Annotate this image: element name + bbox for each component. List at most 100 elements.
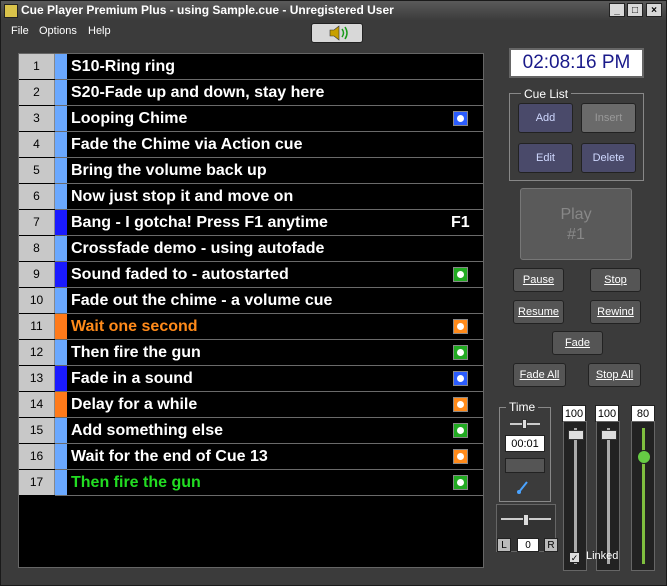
cue-label: Wait for the end of Cue 13 bbox=[71, 448, 268, 465]
cue-number: 8 bbox=[19, 236, 55, 261]
cue-type-strip bbox=[55, 392, 67, 417]
cue-number: 10 bbox=[19, 288, 55, 313]
cue-row[interactable]: 1 S10-Ring ring bbox=[19, 54, 483, 80]
cue-number: 1 bbox=[19, 54, 55, 79]
speaker-icon bbox=[329, 25, 348, 41]
cue-row[interactable]: 8 Crossfade demo - using autofade bbox=[19, 236, 483, 262]
speaker-button[interactable] bbox=[311, 23, 363, 43]
fade-button[interactable]: Fade bbox=[552, 331, 603, 355]
cue-label: Wait one second bbox=[71, 318, 198, 335]
time-slider[interactable] bbox=[510, 419, 540, 429]
edit-button[interactable]: Edit bbox=[518, 143, 573, 173]
stop-all-button[interactable]: Stop All bbox=[588, 363, 641, 387]
stop-button[interactable]: Stop bbox=[590, 268, 641, 292]
cue-row[interactable]: 2 S20-Fade up and down, stay here bbox=[19, 80, 483, 106]
cue-status-icon bbox=[453, 449, 468, 464]
cue-label: Bring the volume back up bbox=[71, 162, 267, 179]
menu-bar: File Options Help bbox=[1, 21, 301, 41]
cue-type-strip bbox=[55, 288, 67, 313]
cue-label: Fade the Chime via Action cue bbox=[71, 136, 303, 153]
cue-row[interactable]: 17 Then fire the gun bbox=[19, 470, 483, 496]
cue-number: 5 bbox=[19, 158, 55, 183]
close-icon[interactable]: × bbox=[646, 3, 662, 17]
volume-fader-3[interactable] bbox=[631, 421, 655, 571]
pan-right-button[interactable]: R bbox=[544, 538, 558, 552]
cue-type-strip bbox=[55, 106, 67, 131]
cue-row[interactable]: 6 Now just stop it and move on bbox=[19, 184, 483, 210]
play-label: Play bbox=[560, 206, 592, 223]
cue-number: 11 bbox=[19, 314, 55, 339]
cue-type-strip bbox=[55, 54, 67, 79]
cue-label: Then fire the gun bbox=[71, 344, 201, 361]
cue-label: Looping Chime bbox=[71, 110, 188, 127]
cue-number: 15 bbox=[19, 418, 55, 443]
cue-number: 14 bbox=[19, 392, 55, 417]
cue-number: 3 bbox=[19, 106, 55, 131]
time-value[interactable]: 00:01 bbox=[505, 435, 545, 452]
volume-fader-2[interactable] bbox=[596, 421, 620, 571]
pan-value: 0 bbox=[517, 538, 539, 552]
cue-label: Add something else bbox=[71, 422, 224, 439]
menu-file[interactable]: File bbox=[11, 25, 29, 37]
cue-row[interactable]: 15 Add something else bbox=[19, 418, 483, 444]
cue-number: 6 bbox=[19, 184, 55, 209]
cue-list[interactable]: 1 S10-Ring ring 2 S20-Fade up and down, sta… bbox=[18, 53, 484, 568]
rewind-button[interactable]: Rewind bbox=[590, 300, 641, 324]
cue-row[interactable]: 13 Fade in a sound bbox=[19, 366, 483, 392]
minimize-icon[interactable]: _ bbox=[609, 3, 625, 17]
cue-status-icon bbox=[453, 319, 468, 334]
cue-status-icon bbox=[453, 371, 468, 386]
fade-all-button[interactable]: Fade All bbox=[513, 363, 566, 387]
cue-row[interactable]: 10 Fade out the chime - a volume cue bbox=[19, 288, 483, 314]
cue-hotkey: F1 bbox=[451, 214, 470, 231]
cue-number: 16 bbox=[19, 444, 55, 469]
maximize-icon[interactable]: □ bbox=[627, 3, 643, 17]
cue-label: Sound faded to - autostarted bbox=[71, 266, 289, 283]
cue-type-strip bbox=[55, 340, 67, 365]
cue-number: 7 bbox=[19, 210, 55, 235]
pause-button[interactable]: Pause bbox=[513, 268, 564, 292]
cue-row[interactable]: 5 Bring the volume back up bbox=[19, 158, 483, 184]
linked-checkbox[interactable]: ✓ bbox=[569, 552, 580, 563]
linked-label: Linked bbox=[586, 550, 619, 562]
cue-label: Now just stop it and move on bbox=[71, 188, 294, 205]
cue-row[interactable]: 9 Sound faded to - autostarted bbox=[19, 262, 483, 288]
cue-row[interactable]: 3 Looping Chime bbox=[19, 106, 483, 132]
cue-type-strip bbox=[55, 132, 67, 157]
pan-slider[interactable] bbox=[501, 514, 551, 526]
cue-row[interactable]: 11 Wait one second bbox=[19, 314, 483, 340]
cue-row[interactable]: 14 Delay for a while bbox=[19, 392, 483, 418]
add-button[interactable]: Add bbox=[518, 103, 573, 133]
cue-row[interactable]: 12 Then fire the gun bbox=[19, 340, 483, 366]
insert-button[interactable]: Insert bbox=[581, 103, 636, 133]
cue-label: Fade in a sound bbox=[71, 370, 193, 387]
cue-row[interactable]: 4 Fade the Chime via Action cue bbox=[19, 132, 483, 158]
app-window: Cue Player Premium Plus - using Sample.c… bbox=[0, 0, 667, 586]
cue-type-strip bbox=[55, 418, 67, 443]
cue-row[interactable]: 16 Wait for the end of Cue 13 bbox=[19, 444, 483, 470]
play-button[interactable]: Play #1 bbox=[520, 188, 632, 260]
cue-status-icon bbox=[453, 345, 468, 360]
play-cue-number: #1 bbox=[567, 226, 585, 243]
cue-row[interactable]: 7 Bang - I gotcha! Press F1 anytime F1 bbox=[19, 210, 483, 236]
menu-options[interactable]: Options bbox=[39, 25, 77, 37]
delete-button[interactable]: Delete bbox=[581, 143, 636, 173]
cue-label: S20-Fade up and down, stay here bbox=[71, 84, 325, 101]
cue-type-strip bbox=[55, 314, 67, 339]
time-label: Time bbox=[506, 400, 539, 414]
pan-left-button[interactable]: L bbox=[497, 538, 511, 552]
volume-value-3: 80 bbox=[631, 405, 655, 422]
cue-status-icon bbox=[453, 111, 468, 126]
link-icon[interactable] bbox=[516, 479, 530, 495]
cue-number: 9 bbox=[19, 262, 55, 287]
menu-help[interactable]: Help bbox=[88, 25, 111, 37]
cue-type-strip bbox=[55, 470, 67, 495]
cue-status-icon bbox=[453, 267, 468, 282]
cue-type-strip bbox=[55, 158, 67, 183]
volume-fader-1[interactable] bbox=[563, 421, 587, 571]
resume-button[interactable]: Resume bbox=[513, 300, 564, 324]
clock-display: 02:08:16 PM bbox=[509, 48, 644, 78]
cue-label: Fade out the chime - a volume cue bbox=[71, 292, 333, 309]
row-divider bbox=[55, 495, 483, 496]
volume-value-2: 100 bbox=[595, 405, 619, 422]
